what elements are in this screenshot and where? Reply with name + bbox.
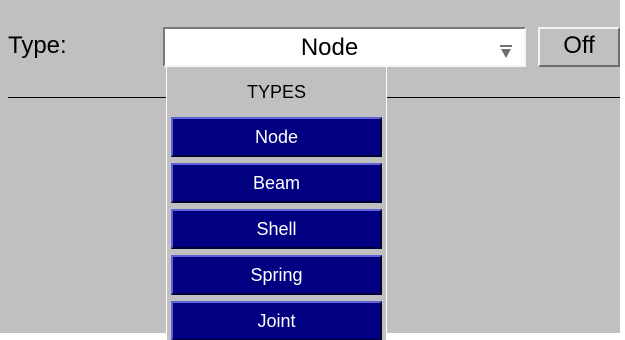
types-dropdown-menu: TYPES Node Beam Shell Spring Joint	[166, 67, 387, 340]
dropdown-arrow-icon	[500, 45, 512, 58]
type-label: Type:	[8, 32, 67, 59]
types-dropdown-header: TYPES	[246, 82, 307, 102]
divider-line-left	[8, 97, 166, 98]
divider-line-right	[385, 97, 620, 98]
type-select-value: Node	[300, 34, 359, 61]
off-button[interactable]: Off	[538, 27, 620, 67]
dropdown-item-node[interactable]: Node	[171, 117, 382, 157]
dropdown-item-spring[interactable]: Spring	[171, 255, 382, 295]
dropdown-item-shell[interactable]: Shell	[171, 209, 382, 249]
dropdown-item-joint[interactable]: Joint	[171, 301, 382, 340]
type-select[interactable]: Node	[163, 27, 526, 67]
dropdown-item-beam[interactable]: Beam	[171, 163, 382, 203]
